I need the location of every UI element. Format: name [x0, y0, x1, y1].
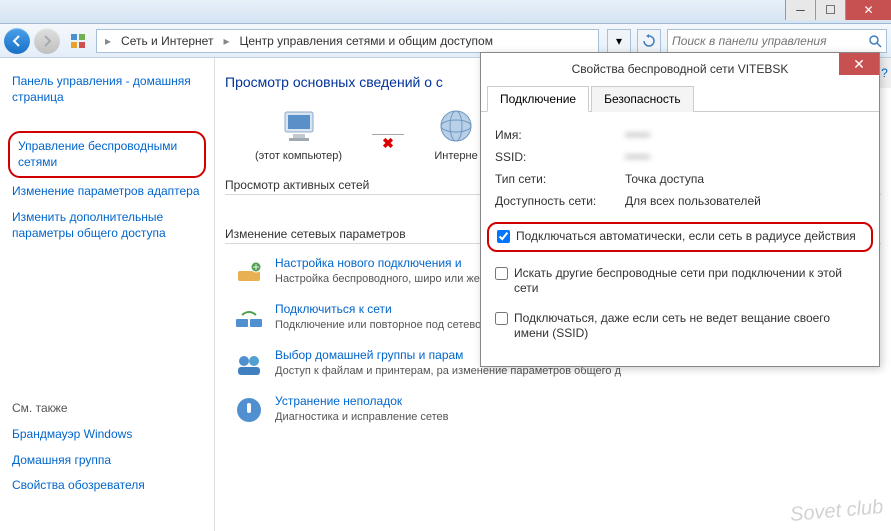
dialog-titlebar: Свойства беспроводной сети VITEBSK ✕ — [481, 53, 879, 85]
prop-value-avail: Для всех пользователей — [625, 194, 761, 208]
connection-error-icon: ✖ — [382, 135, 392, 152]
check-label-auto[interactable]: Подключаться автоматически, если сеть в … — [516, 229, 863, 245]
homegroup-icon — [233, 348, 265, 380]
dialog-tabs: Подключение Безопасность — [481, 85, 879, 112]
prop-value-ssid: •••••• — [625, 150, 650, 164]
refresh-button[interactable] — [637, 29, 661, 53]
check-auto-connect: Подключаться автоматически, если сеть в … — [487, 222, 873, 252]
breadcrumb-sep: ▸ — [219, 32, 233, 50]
see-also-browser[interactable]: Свойства обозревателя — [8, 474, 206, 498]
checkbox-auto-connect[interactable] — [497, 230, 510, 243]
prop-label-avail: Доступность сети: — [495, 194, 625, 208]
network-label-internet: Интерне — [434, 150, 477, 162]
new-connection-icon: + — [233, 256, 265, 288]
back-button[interactable] — [4, 28, 30, 54]
check-search-other: Искать другие беспроводные сети при подк… — [495, 266, 865, 297]
computer-icon — [275, 106, 323, 146]
sidebar-item-home[interactable]: Панель управления - домашняя страница — [8, 70, 206, 109]
prop-label-name: Имя: — [495, 128, 625, 142]
addr-dropdown[interactable]: ▾ — [607, 29, 631, 53]
check-label-search[interactable]: Искать другие беспроводные сети при подк… — [514, 266, 865, 297]
sidebar-item-adapter[interactable]: Изменение параметров адаптера — [8, 180, 206, 204]
breadcrumb-item[interactable]: Центр управления сетями и общим доступом — [235, 32, 497, 50]
dialog-body: Имя: •••••• SSID: •••••• Тип сети: Точка… — [481, 112, 879, 366]
svg-text:+: + — [252, 260, 259, 274]
prop-value-type: Точка доступа — [625, 172, 704, 186]
checkbox-hidden-ssid[interactable] — [495, 312, 508, 325]
breadcrumb-item[interactable]: Сеть и Интернет — [117, 32, 217, 50]
refresh-icon — [642, 34, 656, 48]
check-hidden-ssid: Подключаться, даже если сеть не ведет ве… — [495, 311, 865, 342]
checkbox-search-other[interactable] — [495, 267, 508, 280]
globe-icon — [432, 106, 480, 146]
tab-connection[interactable]: Подключение — [487, 86, 589, 112]
tab-security[interactable]: Безопасность — [591, 86, 694, 112]
dialog-close-button[interactable]: ✕ — [839, 53, 879, 75]
connection-line: ─ ─ ─ ─ ✖ — [372, 127, 402, 141]
search-box[interactable] — [667, 29, 887, 53]
maximize-button[interactable]: ☐ — [815, 0, 845, 20]
check-label-hidden[interactable]: Подключаться, даже если сеть не ведет ве… — [514, 311, 865, 342]
sidebar-item-sharing[interactable]: Изменить дополнительные параметры общего… — [8, 206, 206, 245]
breadcrumb-sep: ▸ — [101, 32, 115, 50]
minimize-button[interactable]: ─ — [785, 0, 815, 20]
task-troubleshoot: Устранение неполадок Диагностика и испра… — [233, 394, 881, 426]
search-input[interactable] — [672, 34, 868, 48]
task-desc: Диагностика и исправление сетев — [275, 410, 881, 424]
task-link-troubleshoot[interactable]: Устранение неполадок — [275, 394, 881, 408]
breadcrumb: ▸ Сеть и Интернет ▸ Центр управления сет… — [101, 32, 497, 50]
search-icon — [868, 34, 882, 48]
close-button[interactable]: ✕ — [845, 0, 891, 20]
sidebar: Панель управления - домашняя страница Уп… — [0, 58, 215, 531]
see-also-firewall[interactable]: Брандмауэр Windows — [8, 423, 206, 447]
prop-value-name: •••••• — [625, 128, 650, 142]
network-label-computer: (этот компьютер) — [255, 150, 342, 162]
connect-icon — [233, 302, 265, 334]
prop-label-type: Тип сети: — [495, 172, 625, 186]
location-icon — [68, 31, 88, 51]
see-also-homegroup[interactable]: Домашняя группа — [8, 449, 206, 473]
dialog-title: Свойства беспроводной сети VITEBSK — [572, 62, 789, 76]
sidebar-item-wireless-manage[interactable]: Управление беспроводными сетями — [8, 131, 206, 178]
wireless-properties-dialog: Свойства беспроводной сети VITEBSK ✕ Под… — [480, 52, 880, 367]
window-titlebar: ─ ☐ ✕ — [0, 0, 891, 24]
see-also-title: См. также — [8, 397, 206, 419]
prop-label-ssid: SSID: — [495, 150, 625, 164]
forward-button[interactable] — [34, 28, 60, 54]
arrow-right-icon — [40, 34, 54, 48]
address-bar[interactable]: ▸ Сеть и Интернет ▸ Центр управления сет… — [96, 29, 599, 53]
arrow-left-icon — [10, 34, 24, 48]
troubleshoot-icon — [233, 394, 265, 426]
